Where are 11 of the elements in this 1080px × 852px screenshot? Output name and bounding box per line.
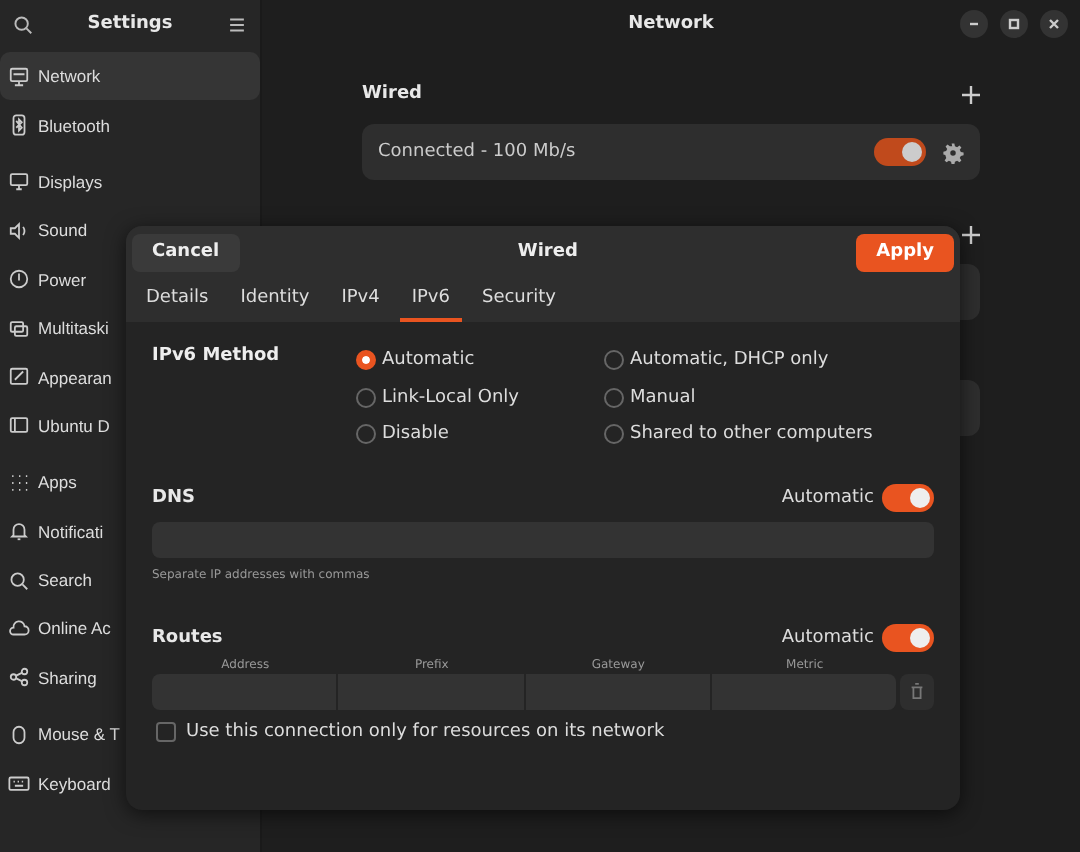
sidebar-title: Settings [87,14,173,34]
connection-status: Connected - 100 Mb/s [378,142,576,162]
toggle-label: Automatic [781,487,874,507]
section-heading: Routes [152,627,223,647]
section-heading: DNS [152,487,195,507]
toggle-label: Automatic [781,627,874,647]
method-label: IPv6 Method [152,344,282,370]
dialog-title: Wired [517,242,578,262]
window-title: Network [628,14,714,34]
checkbox-label: Use this connection only for resources on its network [186,721,665,741]
section-heading: Wired [362,84,422,104]
